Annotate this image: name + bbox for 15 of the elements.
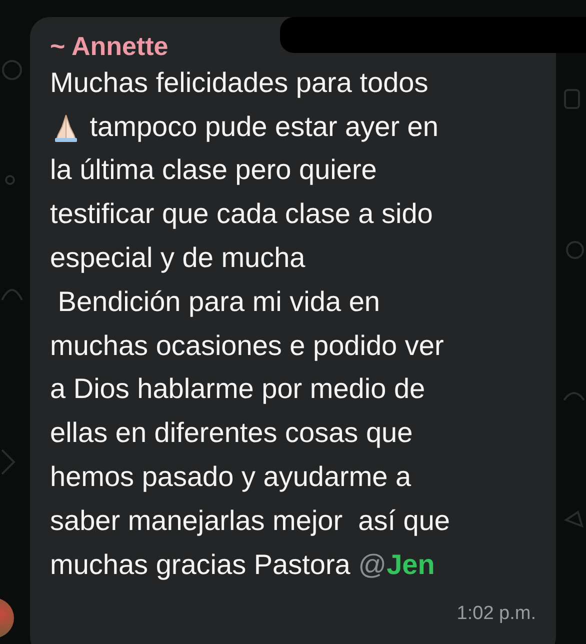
- message-text: a Dios hablarme por medio de: [50, 372, 426, 406]
- message-text: testificar que cada clase a sido: [50, 197, 433, 232]
- sender-name: ~ Annette: [50, 31, 168, 61]
- message-text: Bendición para mi vida en: [56, 284, 380, 319]
- message-text: Muchas felicidades para todos: [50, 66, 428, 100]
- message-text: saber manejarlas mejor así que: [50, 504, 450, 538]
- message-time: 1:02 p.m.: [456, 602, 536, 625]
- message-text: la última clase pero quiere: [50, 153, 377, 188]
- message-text: ellas en diferentes cosas que: [50, 416, 413, 450]
- message-text: muchas gracias Pastora: [50, 548, 352, 582]
- message-text: especial y de mucha: [50, 241, 306, 276]
- mention-link[interactable]: @Jen: [358, 548, 435, 582]
- message-text: tampoco pude estar ayer en: [88, 110, 438, 144]
- message-text: muchas ocasiones e podido ver: [50, 328, 444, 363]
- message-text: hemos pasado y ayudarme a: [50, 460, 412, 494]
